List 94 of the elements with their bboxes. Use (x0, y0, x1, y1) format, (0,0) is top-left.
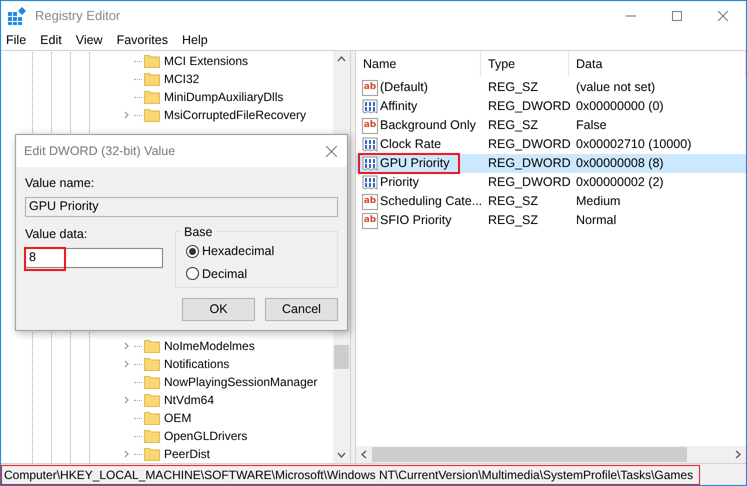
value-name: Priority (380, 174, 419, 192)
value-row[interactable]: ab (Default) REG_SZ (value not set) (356, 78, 746, 97)
binary-value-icon (362, 174, 378, 190)
column-header[interactable]: Type (481, 51, 569, 77)
folder-icon (144, 108, 160, 122)
radio-label[interactable]: Decimal (202, 264, 248, 284)
value-type: REG_DWORD (487, 155, 569, 172)
string-value-icon: ab (362, 118, 378, 134)
value-name: SFIO Priority (380, 212, 452, 230)
value-name: Background Only (380, 117, 476, 134)
value-row[interactable]: ab Background Only REG_SZ False (356, 116, 746, 135)
value-row[interactable]: Affinity REG_DWORD 0x00000000 (0) (356, 97, 746, 116)
tree-item[interactable]: MCI Extensions (164, 52, 248, 70)
value-data: 0x00000002 (2) (575, 174, 665, 192)
value-type: REG_SZ (487, 193, 540, 210)
string-value-icon: ab (362, 194, 378, 210)
value-row[interactable]: ab SFIO Priority REG_SZ Normal (356, 211, 746, 230)
value-data: Normal (575, 212, 618, 230)
folder-icon (144, 72, 160, 86)
tree-item[interactable]: MiniDumpAuxiliaryDlls (164, 88, 284, 106)
folder-icon (144, 447, 160, 461)
radio-button[interactable] (186, 267, 199, 280)
folder-icon (144, 54, 160, 68)
folder-icon (144, 393, 160, 407)
folder-icon (144, 429, 160, 443)
horizontal-scrollbar[interactable] (356, 446, 746, 463)
maximize-icon (672, 10, 682, 20)
value-name: Affinity (380, 98, 418, 116)
menu-item[interactable]: File (6, 30, 26, 50)
tree-item[interactable]: NowPlayingSessionManager (164, 373, 318, 391)
right-chevron-icon[interactable] (123, 111, 131, 119)
value-type: REG_DWORD (487, 98, 569, 116)
value-row[interactable]: GPU Priority REG_DWORD 0x00000008 (8) (356, 154, 746, 173)
value-name: (Default) (380, 79, 428, 96)
value-name: Clock Rate (380, 136, 442, 154)
binary-value-icon (362, 156, 378, 172)
cancel-button[interactable]: Cancel (265, 298, 338, 321)
binary-value-icon (362, 98, 378, 114)
value-type: REG_DWORD (487, 136, 569, 154)
tree-item[interactable]: MsiCorruptedFileRecovery (164, 106, 306, 124)
field-label: Value data: (25, 226, 88, 243)
tree-item[interactable]: OpenGLDrivers (164, 427, 248, 445)
folder-icon (144, 375, 160, 389)
value-type: REG_SZ (487, 79, 540, 96)
ok-button[interactable]: OK (182, 298, 255, 321)
string-value-icon: ab (362, 212, 378, 228)
status-path: Computer\HKEY_LOCAL_MACHINE\SOFTWARE\Microsoft\Windows NT\CurrentVersion\Multimedia\SystemProfile\Tasks\Games (1, 464, 700, 484)
value-row[interactable]: Clock Rate REG_DWORD 0x00002710 (10000) (356, 135, 746, 154)
menu-item[interactable]: Help (182, 30, 208, 50)
radio-button[interactable] (186, 244, 199, 258)
close-icon (718, 10, 728, 20)
tree-item[interactable]: Notifications (164, 355, 230, 373)
menu-item[interactable]: Favorites (116, 30, 168, 50)
value-data: 0x00002710 (10000) (575, 136, 692, 154)
value-type: REG_SZ (487, 212, 540, 230)
right-chevron-icon[interactable] (123, 342, 131, 350)
menu-item[interactable]: Edit (40, 30, 62, 50)
folder-icon (144, 411, 160, 425)
right-chevron-icon[interactable] (123, 360, 131, 368)
tree-item[interactable]: NoImeModelmes (164, 337, 255, 355)
value-data: (value not set) (575, 79, 656, 96)
value-data: 0x00000008 (8) (575, 155, 665, 172)
value-row[interactable]: Priority REG_DWORD 0x00000002 (2) (356, 173, 746, 192)
value-name-field[interactable]: GPU Priority (25, 196, 338, 217)
value-row[interactable]: ab Scheduling Cate... REG_SZ Medium (356, 192, 746, 211)
tree-item[interactable]: OEM (164, 409, 192, 427)
folder-icon (144, 339, 160, 353)
value-name: GPU Priority (380, 155, 450, 172)
tree-item[interactable]: MCI32 (164, 70, 200, 88)
tree-item[interactable]: PeerDist (164, 445, 210, 463)
close-icon (326, 146, 336, 156)
binary-value-icon (362, 136, 378, 152)
value-data: False (575, 117, 608, 134)
column-header[interactable]: Data (569, 51, 746, 77)
value-name: Scheduling Cate... (380, 193, 482, 210)
string-value-icon: ab (362, 80, 378, 96)
tree-item[interactable]: NtVdm64 (164, 391, 214, 409)
right-chevron-icon[interactable] (123, 450, 131, 458)
registry-app-icon (8, 6, 26, 24)
menu-item[interactable]: View (76, 30, 103, 50)
dialog-title: Edit DWORD (32-bit) Value (24, 142, 176, 160)
folder-icon (144, 90, 160, 104)
window-title: Registry Editor (35, 6, 120, 25)
column-header[interactable]: Name (356, 51, 481, 77)
value-type: REG_DWORD (487, 174, 569, 192)
scrollbar-thumb[interactable] (334, 345, 349, 369)
right-chevron-icon[interactable] (123, 396, 131, 404)
radio-label[interactable]: Hexadecimal (202, 242, 274, 260)
value-data: 0x00000000 (0) (575, 98, 665, 116)
value-type: REG_SZ (487, 117, 540, 134)
folder-icon (144, 357, 160, 371)
field-label: Value name: (25, 175, 96, 192)
value-data: Medium (575, 193, 622, 210)
close-button[interactable] (323, 143, 339, 159)
